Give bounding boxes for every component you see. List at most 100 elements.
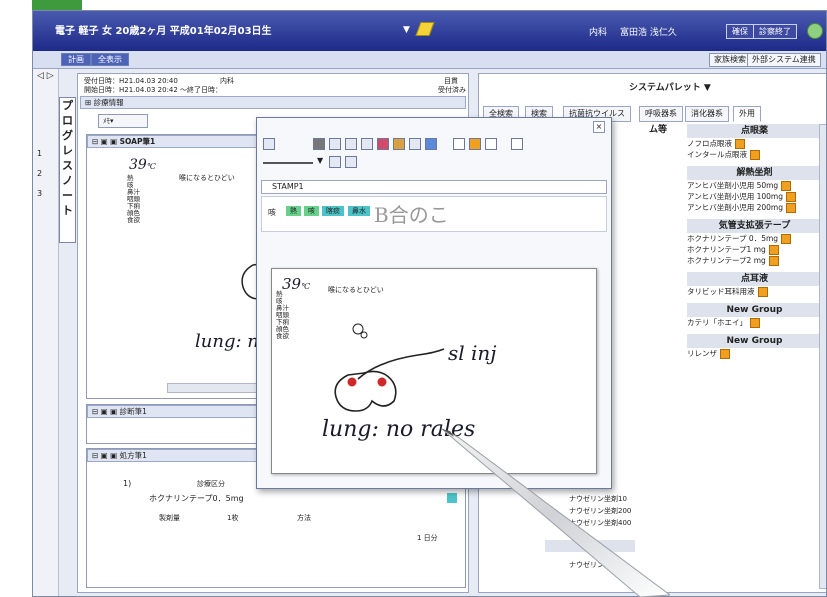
redo-icon[interactable] xyxy=(313,138,325,150)
sub-toolbar: 計画 全表示 家族検索 外部システム連携 xyxy=(33,51,826,69)
text-box-icon[interactable] xyxy=(511,138,523,150)
pen-width-slider[interactable] xyxy=(263,162,313,164)
undo-icon[interactable] xyxy=(263,138,275,150)
rotate-right-icon[interactable] xyxy=(361,138,373,150)
soap-note-text: 喉になるとひどい xyxy=(179,174,235,182)
vtab-char: ス xyxy=(62,159,73,172)
department-label: 内科 xyxy=(589,28,608,38)
palette-item[interactable]: ノフロ点眼液 xyxy=(687,138,822,149)
group-new-2[interactable]: New Group xyxy=(687,334,822,348)
exit-icon[interactable] xyxy=(807,23,823,39)
palette-item[interactable]: リレンザ xyxy=(687,348,822,359)
palette-item[interactable]: ホクナリンテープ2 mg xyxy=(687,255,797,266)
pen-width-dropdown-icon[interactable]: ▼ xyxy=(317,156,323,165)
stamp-square-icon xyxy=(781,181,792,191)
stamp-square-icon xyxy=(750,318,760,328)
pencil-icon[interactable] xyxy=(415,22,435,36)
dropdown-icon[interactable]: ▼ xyxy=(403,25,410,35)
diagnosis-label: 診断筆1 xyxy=(119,407,147,416)
vtab-char: ー xyxy=(62,189,73,202)
vtab-char: レ xyxy=(62,144,73,157)
copy-icon[interactable] xyxy=(329,138,341,150)
rx-drug[interactable]: ホクナリンテープ0．5mg xyxy=(149,493,244,504)
stamp-chip[interactable]: 鼻水 xyxy=(348,206,370,216)
stamp-handwriting[interactable]: B合のこ xyxy=(374,199,449,228)
tab-respiratory[interactable]: 呼吸器系 xyxy=(639,106,683,122)
eraser-icon[interactable] xyxy=(345,156,357,168)
left-patient-strip: ◁ ▷ 1 2 3 xyxy=(33,69,59,596)
header-bar: 電子 軽子 女 20歳2ヶ月 平成01年02月03日生 ▼ 内科 富田浩 浅仁久… xyxy=(33,11,826,51)
stamp-square-icon xyxy=(781,234,792,244)
stamp-square-icon xyxy=(785,192,796,202)
stamp-chip[interactable]: 咳 xyxy=(304,206,319,216)
group-eye-drops[interactable]: 点眼薬 xyxy=(687,124,822,138)
patient-title: 電子 軽子 女 20歳2ヶ月 平成01年02月03日生 xyxy=(55,26,272,37)
pen-icon[interactable] xyxy=(469,138,481,150)
stamp-chip[interactable]: 熱 xyxy=(286,206,301,216)
doctor-name: 富田浩 浅仁久 xyxy=(620,28,677,38)
palette-scrollbar[interactable] xyxy=(819,124,826,589)
rx-number: 1) xyxy=(123,479,132,488)
group-bronchodilator[interactable]: 気管支拡張テープ xyxy=(687,219,822,233)
palette-item[interactable]: アンヒバ坐剤小児用 200mg xyxy=(687,202,797,213)
end-consult-button[interactable]: 診察終了 xyxy=(753,24,797,39)
rotate-left-icon[interactable] xyxy=(345,138,357,150)
image-icon[interactable] xyxy=(377,138,389,150)
palette-item[interactable]: カテリ「ホエイ」 xyxy=(687,317,822,328)
diag-info-section[interactable]: ⊞ 診療情報 xyxy=(80,96,466,109)
stamp-square-icon xyxy=(750,150,760,160)
prescription-label: 処方筆1 xyxy=(119,451,147,460)
stamp-square-icon xyxy=(735,139,745,149)
section-title: 診療情報 xyxy=(93,98,124,107)
vtab-char: グ xyxy=(62,129,73,142)
vtab-char: ノ xyxy=(62,174,73,187)
stamp-square-icon xyxy=(785,203,796,213)
stamp-square-icon xyxy=(757,287,768,297)
soap-label: SOAP筆1 xyxy=(119,137,156,146)
palette-item[interactable]: ホクナリンテープ 0．5mg xyxy=(687,233,797,244)
family-search-button[interactable]: 家族検索 xyxy=(709,53,751,67)
canvas-sl-inj: sl inj xyxy=(448,341,497,365)
rectangle-icon[interactable] xyxy=(453,138,465,150)
top-green-strip xyxy=(32,0,82,10)
text-icon[interactable] xyxy=(485,138,497,150)
group-new-1[interactable]: New Group xyxy=(687,303,822,317)
row-number: 1 xyxy=(37,149,43,158)
vtab-char: ロ xyxy=(62,114,73,127)
vtab-char: プ xyxy=(62,99,73,112)
brush-icon[interactable] xyxy=(329,156,341,168)
external-system-button[interactable]: 外部システム連携 xyxy=(747,53,821,67)
stylus-pen xyxy=(441,428,670,597)
palette-item[interactable]: ホクナリンテープ1 mg xyxy=(687,244,797,255)
palette-title[interactable]: システムパレット ▼ xyxy=(629,80,711,93)
tab-show-all[interactable]: 全表示 xyxy=(91,53,129,66)
tab-external[interactable]: 外用 xyxy=(733,106,761,122)
tab-plan[interactable]: 計画 xyxy=(61,53,91,66)
rx-class-label: 診療区分 xyxy=(197,480,225,488)
tab-digestive[interactable]: 消化器系 xyxy=(685,106,729,122)
save-button[interactable]: 確保 xyxy=(726,24,754,39)
row-number: 2 xyxy=(37,169,43,178)
stamp-square-icon xyxy=(768,256,779,266)
rx-dose-value[interactable]: 1枚 xyxy=(227,513,238,523)
save-icon[interactable] xyxy=(393,138,405,150)
progress-note-vertical-tab[interactable]: プ ロ グ レ ス ノ ー ト xyxy=(59,97,76,243)
row-number: 3 xyxy=(37,189,43,198)
palette-left-partial: ム等 xyxy=(649,125,668,135)
palette-icon[interactable] xyxy=(425,138,437,150)
print-icon[interactable] xyxy=(409,138,421,150)
palette-item[interactable]: タリビッド耳科用液 xyxy=(687,286,822,297)
group-antipyretic[interactable]: 解熱坐剤 xyxy=(687,166,822,180)
palette-item[interactable]: インタール点眼液 xyxy=(687,149,822,160)
stamp-tab[interactable]: STAMP1 xyxy=(261,180,607,194)
group-ear-drops[interactable]: 点耳液 xyxy=(687,272,822,286)
rx-days[interactable]: 1 日分 xyxy=(417,533,438,543)
stamp-chip[interactable]: 喀痰 xyxy=(322,206,344,216)
memo-button[interactable]: ﾒﾓ▾ xyxy=(98,114,148,128)
palette-item[interactable]: アンヒバ坐剤小児用 50mg xyxy=(687,180,797,191)
palette-item[interactable]: アンヒバ坐剤小児用 100mg xyxy=(687,191,797,202)
popup-close-button[interactable]: × xyxy=(593,121,605,133)
collapse-arrow-icon[interactable]: ◁ ▷ xyxy=(37,71,54,81)
stamp-square-icon xyxy=(768,245,779,255)
stamp-square-icon xyxy=(720,349,730,359)
